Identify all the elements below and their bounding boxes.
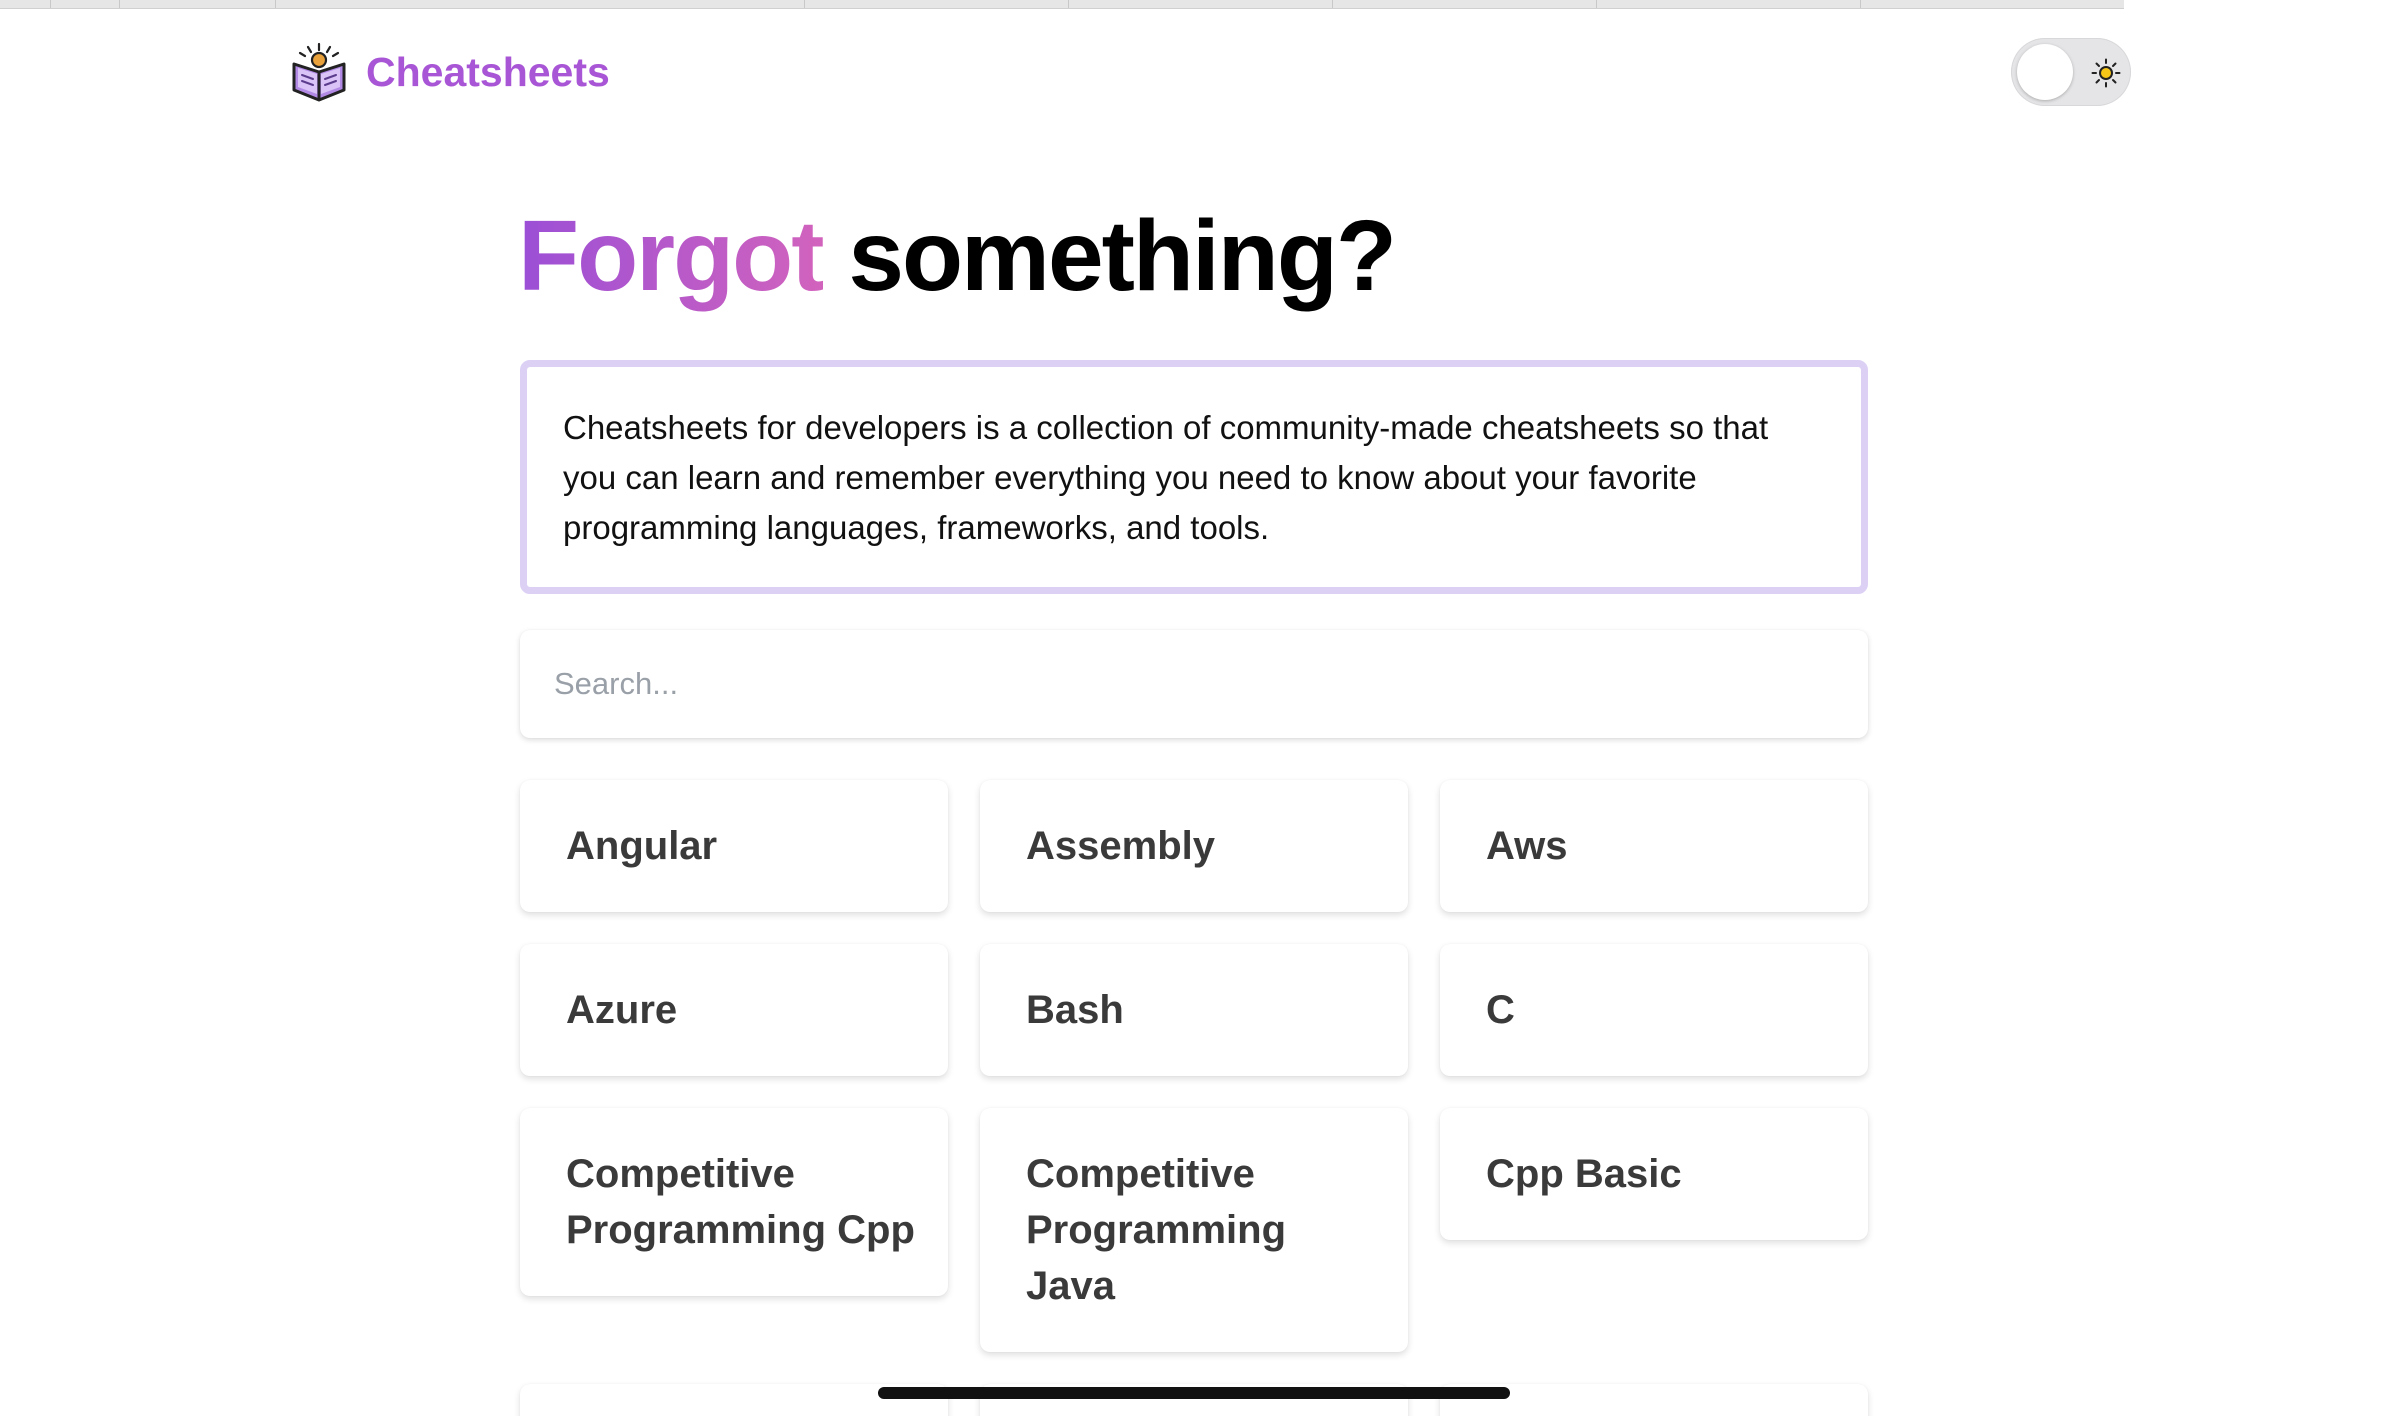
- cheatsheet-card-bash[interactable]: Bash: [980, 944, 1408, 1076]
- browser-tab[interactable]: [120, 0, 276, 8]
- cheatsheet-card-competitive-programming-cpp[interactable]: Competitive Programming Cpp: [520, 1108, 948, 1296]
- toggle-knob: [2017, 44, 2073, 100]
- headline-rest: something?: [822, 200, 1397, 312]
- browser-tab[interactable]: [1597, 0, 1861, 8]
- cheatsheet-card-competitive-programming-java[interactable]: Competitive Programming Java: [980, 1108, 1408, 1352]
- page-title: Forgot something?: [518, 196, 1397, 316]
- cheatsheet-card-c[interactable]: C: [1440, 944, 1868, 1076]
- sun-icon: [2091, 58, 2121, 88]
- browser-tab[interactable]: [1069, 0, 1333, 8]
- home-link[interactable]: Cheatsheets: [290, 42, 610, 102]
- browser-tab-strip: [0, 0, 2124, 9]
- headline-accent: Forgot: [518, 200, 825, 312]
- search-box[interactable]: [520, 630, 1868, 738]
- search-input[interactable]: [552, 665, 1868, 703]
- page: Cheatsheets Forgot something? Cheatsheet…: [0, 0, 2388, 1416]
- cheatsheet-card-azure[interactable]: Azure: [520, 944, 948, 1076]
- cheatsheet-card-cpp-basic[interactable]: Cpp Basic: [1440, 1108, 1868, 1240]
- browser-tab[interactable]: [805, 0, 1069, 8]
- browser-tab[interactable]: [276, 0, 805, 8]
- cheatsheet-card-assembly[interactable]: Assembly: [980, 780, 1408, 912]
- theme-toggle[interactable]: [2011, 38, 2131, 106]
- browser-tab[interactable]: [51, 0, 120, 8]
- browser-tab[interactable]: [1861, 0, 2124, 8]
- cheatsheet-card-aws[interactable]: Aws: [1440, 780, 1868, 912]
- browser-tab[interactable]: [1333, 0, 1597, 8]
- intro-description: Cheatsheets for developers is a collecti…: [563, 409, 1769, 546]
- intro-box: Cheatsheets for developers is a collecti…: [520, 360, 1868, 594]
- cheatsheet-grid: Angular Assembly Aws Azure Bash C Compet…: [520, 780, 1868, 1416]
- brand-name: Cheatsheets: [366, 48, 610, 95]
- home-indicator: [878, 1387, 1510, 1399]
- browser-tab[interactable]: [0, 0, 51, 8]
- cheatsheet-card-angular[interactable]: Angular: [520, 780, 948, 912]
- book-icon: [292, 42, 346, 102]
